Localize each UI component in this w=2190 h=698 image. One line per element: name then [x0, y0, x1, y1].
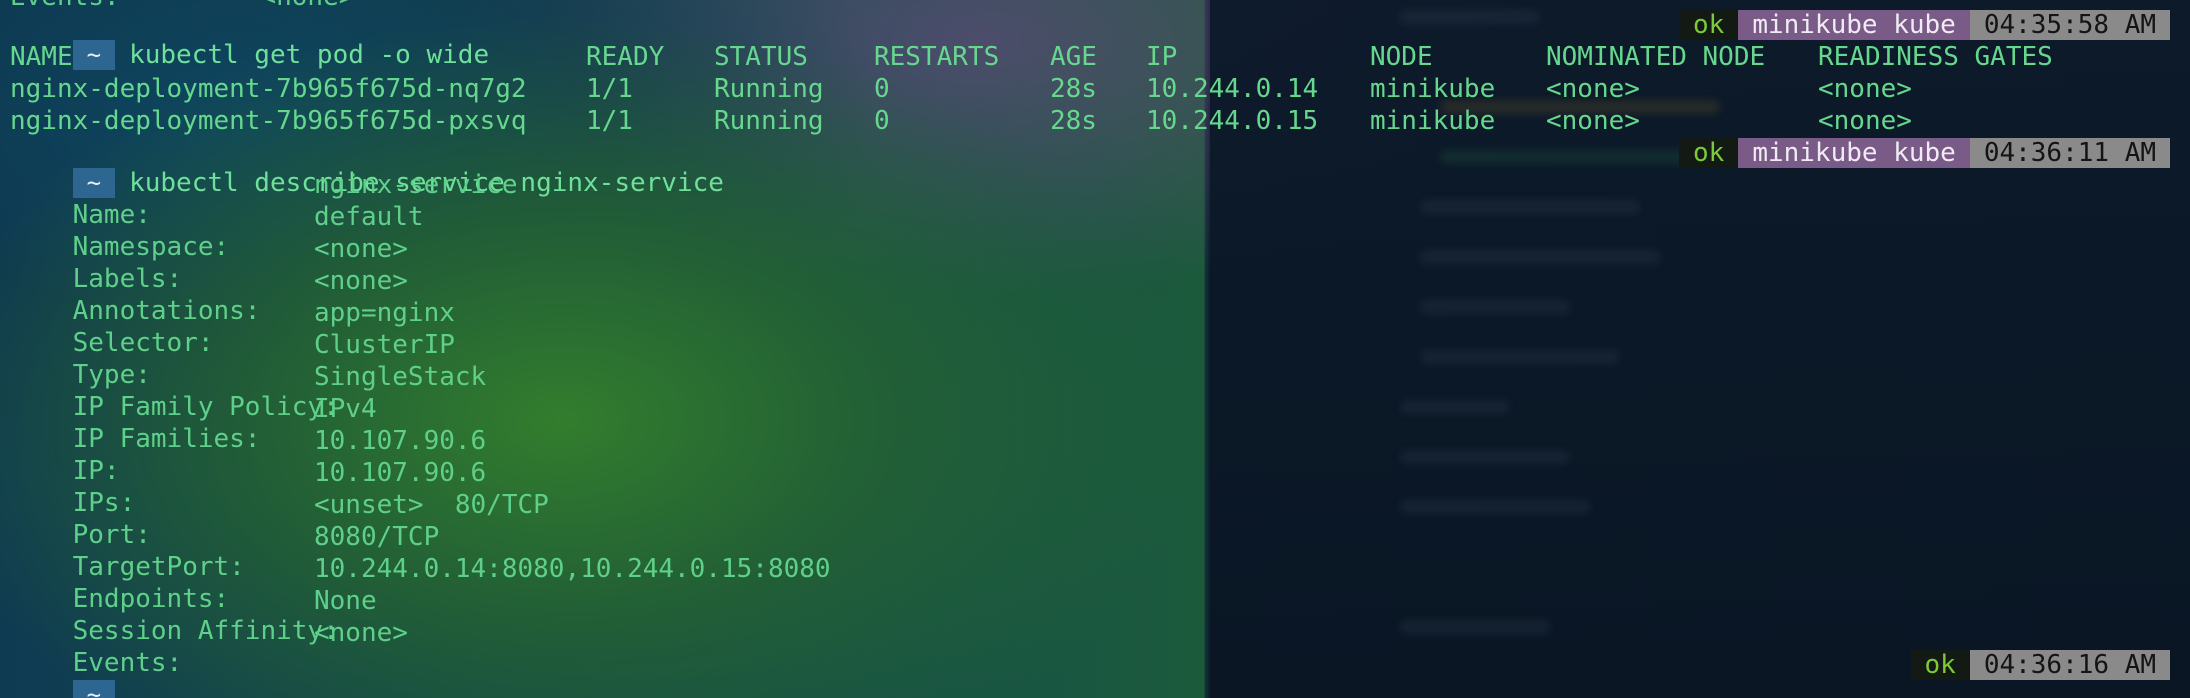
pod-restarts: 0 [874, 74, 890, 104]
pod-readiness-gates: <none> [1818, 106, 1912, 136]
pod-node: minikube [1370, 106, 1496, 136]
describe-field: Selector: app=nginx [10, 298, 1210, 358]
field-value: <none> [314, 618, 408, 648]
command-line: ~ kubectl describe service nginx-service [10, 138, 724, 198]
describe-field: Session Affinity: None [10, 586, 1210, 646]
pod-age: 28s [1050, 106, 1097, 136]
kube-context: minikube kube [1738, 138, 1970, 168]
blurred-background-window [1210, 0, 2190, 698]
field-value: app=nginx [314, 298, 455, 328]
exit-status-ok: ok [1679, 138, 1739, 168]
blurred-line [1420, 250, 1660, 264]
terminal-window[interactable]: Events: <none> ~kubectl get pod -o wide … [0, 0, 2190, 698]
field-value: ClusterIP [314, 330, 455, 360]
column-header: NOMINATED NODE [1546, 42, 1766, 72]
blurred-line [1400, 500, 1590, 514]
column-header: READINESS GATES [1818, 42, 2053, 72]
active-prompt-line[interactable]: ~ [10, 650, 143, 698]
field-value: IPv4 [314, 394, 377, 424]
field-value: <none> [314, 266, 408, 296]
prompt-status-bar: ok 04:36:16 AM [1910, 650, 2170, 680]
column-header: AGE [1050, 42, 1097, 72]
pod-node: minikube [1370, 74, 1496, 104]
describe-field: IP Families: IPv4 [10, 394, 1210, 454]
field-value: SingleStack [314, 362, 487, 392]
kube-context: minikube kube [1738, 10, 1970, 40]
column-header: NODE [1370, 42, 1433, 72]
pod-ready: 1/1 [586, 74, 633, 104]
column-header: IP [1146, 42, 1178, 72]
pod-status: Running [714, 106, 824, 136]
describe-field: IP Family Policy: SingleStack [10, 362, 1210, 422]
column-header: NAME [10, 42, 73, 72]
describe-field: Port: <unset> 80/TCP [10, 490, 1210, 550]
pod-name: nginx-deployment-7b965f675d-pxsvq [10, 106, 527, 136]
field-value: None [314, 586, 377, 616]
table-header-row: NAME READY STATUS RESTARTS AGE IP NODE N… [10, 42, 2110, 72]
table-row: nginx-deployment-7b965f675d-nq7g2 1/1 Ru… [10, 74, 2110, 104]
prompt-status-bar: ok minikube kube 04:36:11 AM [1679, 138, 2170, 168]
pod-ready: 1/1 [586, 106, 633, 136]
blurred-line [1400, 450, 1570, 464]
pod-readiness-gates: <none> [1818, 74, 1912, 104]
timestamp: 04:35:58 AM [1969, 10, 2170, 40]
table-row: nginx-deployment-7b965f675d-pxsvq 1/1 Ru… [10, 106, 2110, 136]
field-value: 10.244.0.14:8080,10.244.0.15:8080 [314, 554, 831, 584]
pod-age: 28s [1050, 74, 1097, 104]
describe-field: Annotations: <none> [10, 266, 1210, 326]
describe-field: Namespace: default [10, 202, 1210, 262]
exit-status-ok: ok [1679, 10, 1739, 40]
field-value: 10.107.90.6 [314, 426, 487, 456]
field-value: 10.107.90.6 [314, 458, 487, 488]
blurred-line [1420, 350, 1620, 364]
field-value: default [314, 202, 424, 232]
blurred-line [1400, 400, 1510, 414]
describe-field: Events: <none> [10, 618, 1210, 678]
describe-field: IP: 10.107.90.6 [10, 426, 1210, 486]
pod-nominated-node: <none> [1546, 74, 1640, 104]
field-value: 8080/TCP [314, 522, 440, 552]
column-header: STATUS [714, 42, 808, 72]
command-line: ~ kubectl get pod -o wide [10, 10, 489, 70]
describe-field: Name: nginx-service [10, 170, 1210, 230]
describe-field: Type: ClusterIP [10, 330, 1210, 390]
prompt-status-bar: ok minikube kube 04:35:58 AM [1679, 10, 2170, 40]
exit-status-ok: ok [1910, 650, 1970, 680]
blurred-line [1400, 620, 1550, 634]
blurred-line [1420, 300, 1570, 314]
prompt-home-badge: ~ [72, 680, 116, 698]
pod-status: Running [714, 74, 824, 104]
column-header: RESTARTS [874, 42, 1000, 72]
field-value: nginx-service [314, 170, 518, 200]
describe-field: IPs: 10.107.90.6 [10, 458, 1210, 518]
describe-field: Labels: <none> [10, 234, 1210, 294]
timestamp: 04:36:11 AM [1969, 138, 2170, 168]
describe-field: TargetPort: 8080/TCP [10, 522, 1210, 582]
pod-ip: 10.244.0.14 [1146, 74, 1319, 104]
pod-ip: 10.244.0.15 [1146, 106, 1319, 136]
pod-restarts: 0 [874, 106, 890, 136]
blurred-line [1400, 10, 1540, 24]
field-value: <unset> 80/TCP [314, 490, 549, 520]
blurred-line [1420, 200, 1640, 214]
pod-name: nginx-deployment-7b965f675d-nq7g2 [10, 74, 527, 104]
pod-nominated-node: <none> [1546, 106, 1640, 136]
timestamp: 04:36:16 AM [1969, 650, 2170, 680]
column-header: READY [586, 42, 665, 72]
describe-field: Endpoints: 10.244.0.14:8080,10.244.0.15:8… [10, 554, 1210, 614]
field-value: <none> [314, 234, 408, 264]
